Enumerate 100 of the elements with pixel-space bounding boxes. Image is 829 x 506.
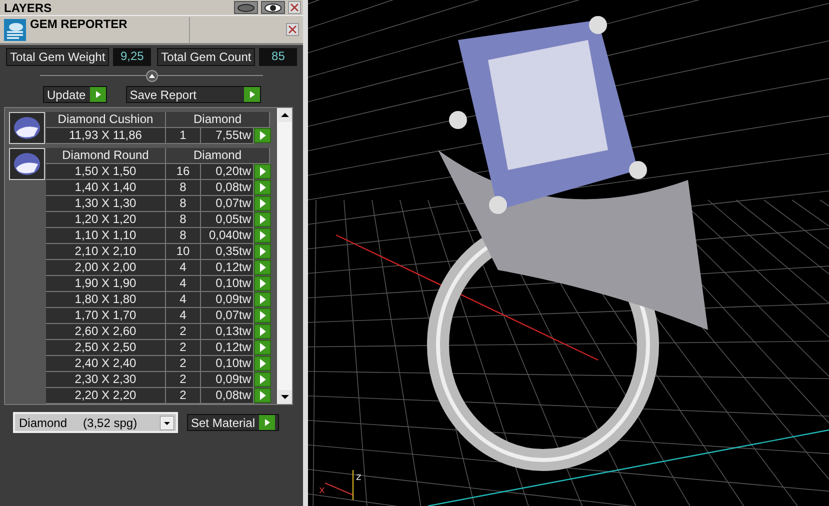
pill-icon (237, 4, 255, 12)
size-cell: 2,30 X 2,30 (46, 372, 166, 388)
gem-type-cell: Diamond Round (46, 148, 166, 164)
size-cell: 1,70 X 1,70 (46, 308, 166, 324)
count-cell: 2 (166, 324, 201, 340)
axis-gizmo-drawing (324, 470, 354, 500)
total-label: Total Gem Count (157, 48, 256, 66)
scroll-down-icon[interactable] (278, 390, 292, 404)
material-dropdown[interactable]: Diamond (3,52 spg) (13, 412, 178, 433)
size-cell: 1,50 X 1,50 (46, 164, 166, 180)
count-cell: 8 (166, 180, 201, 196)
size-cell: 1,20 X 1,20 (46, 212, 166, 228)
play-icon (244, 87, 260, 102)
go-button[interactable] (254, 128, 271, 143)
weight-cell: 0,35tw (201, 244, 254, 260)
weight-cell: 0,07tw (201, 196, 254, 212)
collapse-handle-icon[interactable] (146, 70, 158, 82)
go-button[interactable] (254, 164, 271, 179)
panel-title: GEM REPORTER (30, 17, 190, 44)
go-button[interactable] (254, 276, 271, 291)
action-button[interactable]: Update (43, 86, 107, 103)
count-cell: 4 (166, 260, 201, 276)
total-label: Total Gem Weight (6, 48, 110, 66)
weight-cell: 0,09tw (201, 292, 254, 308)
gem-type-cell: Diamond Cushion (46, 112, 166, 128)
weight-cell: 0,09tw (201, 372, 254, 388)
close-icon (290, 3, 299, 12)
size-cell: 2,20 X 2,20 (46, 388, 166, 404)
axis-label: z (356, 472, 362, 483)
total-value: 9,25 (113, 48, 152, 66)
size-cell: 2,40 X 2,40 (46, 356, 166, 372)
go-button[interactable] (254, 324, 271, 339)
count-cell: 8 (166, 212, 201, 228)
count-cell: 1 (166, 128, 201, 144)
go-button[interactable] (254, 196, 271, 211)
count-cell: 16 (166, 164, 201, 180)
play-icon (259, 415, 276, 430)
scroll-up-icon[interactable] (278, 108, 292, 122)
count-cell: 10 (166, 244, 201, 260)
size-cell: 1,40 X 1,40 (46, 180, 166, 196)
gem-report-icon (4, 19, 26, 41)
close-button[interactable] (288, 1, 301, 14)
toggle-button[interactable] (234, 1, 258, 14)
weight-cell: 7,55tw (201, 128, 254, 144)
count-cell: 4 (166, 292, 201, 308)
size-cell: 2,60 X 2,60 (46, 324, 166, 340)
weight-cell: 0,20tw (201, 164, 254, 180)
size-cell: 1,10 X 1,10 (46, 228, 166, 244)
count-cell: 8 (166, 196, 201, 212)
size-cell: 1,80 X 1,80 (46, 292, 166, 308)
size-cell: 2,50 X 2,50 (46, 340, 166, 356)
action-button[interactable]: Save Report (126, 86, 261, 103)
go-button[interactable] (254, 228, 271, 243)
go-button[interactable] (254, 292, 271, 307)
count-cell: 8 (166, 228, 201, 244)
size-cell: 2,10 X 2,10 (46, 244, 166, 260)
count-cell: 2 (166, 372, 201, 388)
play-icon (260, 131, 266, 140)
3d-viewport[interactable]: x z (308, 0, 829, 506)
scrollbar[interactable] (275, 108, 292, 404)
go-button[interactable] (254, 340, 271, 355)
size-cell: 2,00 X 2,00 (46, 260, 166, 276)
weight-cell: 0,12tw (201, 340, 254, 356)
count-cell: 4 (166, 308, 201, 324)
go-button[interactable] (254, 244, 271, 259)
total-value: 85 (259, 48, 298, 66)
weight-cell: 0,07tw (201, 308, 254, 324)
weight-cell: 0,10tw (201, 276, 254, 292)
weight-cell: 0,08tw (201, 388, 254, 404)
size-cell: 11,93 X 11,86 (46, 128, 166, 144)
weight-cell: 0,05tw (201, 212, 254, 228)
count-cell: 4 (166, 276, 201, 292)
count-cell: 2 (166, 388, 201, 404)
set-material-button[interactable]: Set Material (187, 414, 279, 431)
go-button[interactable] (254, 260, 271, 275)
material-cell: Diamond (166, 112, 270, 128)
count-cell: 2 (166, 356, 201, 372)
size-cell: 1,90 X 1,90 (46, 276, 166, 292)
size-cell: 1,30 X 1,30 (46, 196, 166, 212)
weight-cell: 0,12tw (201, 260, 254, 276)
axis-label: x (319, 485, 325, 496)
material-cell: Diamond (166, 148, 270, 164)
go-button[interactable] (254, 372, 271, 387)
layers-title: LAYERS (4, 0, 52, 14)
go-button[interactable] (254, 212, 271, 227)
go-button[interactable] (254, 356, 271, 371)
go-button[interactable] (254, 308, 271, 323)
weight-cell: 0,13tw (201, 324, 254, 340)
eye-icon (264, 2, 282, 12)
go-button[interactable] (254, 388, 271, 403)
weight-cell: 0,10tw (201, 356, 254, 372)
dropdown-caret-icon (160, 416, 174, 430)
weight-cell: 0,08tw (201, 180, 254, 196)
visibility-button[interactable] (261, 1, 285, 14)
play-icon (90, 87, 106, 102)
go-button[interactable] (254, 180, 271, 195)
weight-cell: 0,040tw (201, 228, 254, 244)
count-cell: 2 (166, 340, 201, 356)
close-button[interactable] (286, 23, 299, 36)
close-icon (288, 25, 297, 34)
